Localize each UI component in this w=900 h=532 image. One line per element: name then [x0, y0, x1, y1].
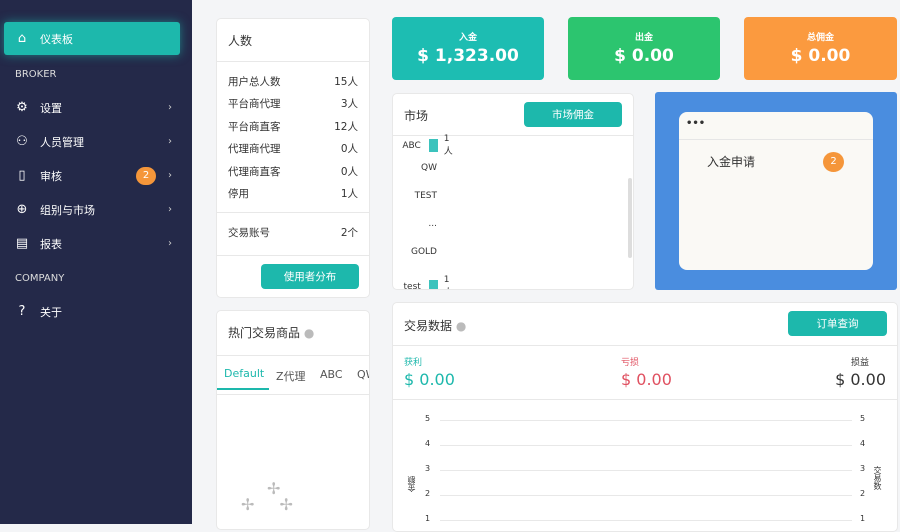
- scrollbar[interactable]: [628, 178, 632, 258]
- y-tick-label: 4: [425, 439, 431, 448]
- info-icon: ●: [303, 326, 315, 340]
- user-distribution-button[interactable]: 使用者分布: [261, 264, 359, 289]
- loss-value: $ 0.00: [621, 370, 672, 389]
- pnl-label: 损益: [850, 358, 869, 368]
- chevron-right-icon: ›: [168, 170, 172, 181]
- market-row: ...: [428, 219, 437, 229]
- user-icon: ⚇: [16, 134, 28, 149]
- tab-abc[interactable]: ABC: [320, 368, 343, 381]
- bar-mark: [428, 280, 438, 289]
- market-commission-button[interactable]: 市场佣金: [524, 102, 622, 127]
- sidebar-item-review[interactable]: ▯ 审核 2 ›: [4, 159, 180, 192]
- people-card: 人数 用户总人数 15人 平台商代理 3人 平台商直客 12人 代理商代理 0人 代理商…: [216, 18, 370, 298]
- tab-qw[interactable]: QW: [357, 368, 369, 381]
- trade-data-card: 交易数据 ● 订单查询 获利 $ 0.00 亏损 $ 0.00 损益 $ 0.0…: [392, 302, 898, 532]
- sidebar-item-settings[interactable]: ⚙ 设置 ›: [4, 91, 180, 124]
- stat-deposit: 入金 $ 1,323.00: [392, 17, 544, 80]
- y-tick-label: 3: [425, 464, 431, 473]
- gridline: [440, 520, 852, 521]
- loading-sparkle-icon: ✢ ✢ ✢: [241, 479, 293, 514]
- y-tick-label: 2: [425, 489, 431, 498]
- people-row: 停用 1人: [228, 188, 358, 200]
- stat-withdrawal: 出金 $ 0.00: [568, 17, 720, 80]
- y2-tick-label: 5: [860, 414, 866, 423]
- chevron-right-icon: ›: [168, 136, 172, 147]
- home-icon: ⌂: [17, 31, 27, 46]
- globe-icon: ⊕: [16, 202, 28, 217]
- y2-tick-label: 1: [860, 514, 866, 523]
- chevron-right-icon: ›: [168, 102, 172, 113]
- clipboard-icon: ▯: [18, 168, 26, 183]
- gear-icon: ⚙: [16, 100, 28, 115]
- deposit-request-item[interactable]: 入金申请: [707, 153, 755, 170]
- y2-tick-label: 3: [860, 464, 866, 473]
- gridline: [440, 470, 852, 471]
- sidebar-item-dashboard[interactable]: ⌂ 仪表板: [4, 22, 180, 55]
- hot-products-card: 热门交易商品 ● Default Z代理 ABC QW ✢✢ ✢: [216, 310, 370, 530]
- order-query-button[interactable]: 订单查询: [788, 311, 887, 336]
- y-tick-label: 1: [425, 514, 431, 523]
- sidebar-item-staff[interactable]: ⚇ 人员管理 ›: [4, 125, 180, 158]
- people-row: 用户总人数 15人: [228, 76, 358, 88]
- profit-label: 获利: [404, 358, 423, 368]
- people-row: 平台商代理 3人: [228, 98, 358, 110]
- gridline: [440, 420, 852, 421]
- sidebar: ⌂ 仪表板 BROKER ⚙ 设置 › ⚇ 人员管理 › ▯ 审核 2 › ⊕ 组别与市场 › ▤ 报…: [0, 0, 192, 524]
- people-row: 代理商直客 0人: [228, 166, 358, 178]
- profit-value: $ 0.00: [404, 370, 455, 389]
- sidebar-item-reports[interactable]: ▤ 报表 ›: [4, 227, 180, 260]
- hot-title: 热门交易商品 ●: [228, 326, 315, 340]
- tab-default[interactable]: Default: [224, 367, 264, 380]
- document-icon: ▤: [15, 236, 29, 251]
- requests-panel: ••• 入金申请 2: [655, 92, 897, 290]
- y2-tick-label: 4: [860, 439, 866, 448]
- people-title: 人数: [228, 34, 253, 48]
- y-axis-label: 金额: [407, 476, 416, 492]
- market-row: ABC 1人: [402, 134, 453, 157]
- bar-mark: [428, 139, 438, 152]
- help-icon: ?: [18, 304, 26, 319]
- chevron-right-icon: ›: [168, 238, 172, 249]
- loss-label: 亏损: [621, 358, 640, 368]
- people-row: 平台商直客 12人: [228, 121, 358, 133]
- market-row: test1人: [393, 275, 453, 289]
- requests-card: ••• 入金申请 2: [679, 112, 873, 270]
- market-title: 市场: [404, 109, 429, 123]
- trade-title: 交易数据 ●: [404, 319, 467, 333]
- section-broker: BROKER: [15, 69, 57, 80]
- accounts-row: 交易账号 2个: [228, 227, 358, 239]
- request-badge: 2: [823, 152, 844, 172]
- y-tick-label: 5: [425, 414, 431, 423]
- market-row: TEST: [414, 191, 437, 201]
- people-row: 代理商代理 0人: [228, 143, 358, 155]
- gridline: [440, 495, 852, 496]
- chevron-right-icon: ›: [168, 204, 172, 215]
- more-icon[interactable]: •••: [686, 118, 705, 129]
- sidebar-item-groups-markets[interactable]: ⊕ 组别与市场 ›: [4, 193, 180, 226]
- market-row: GOLD: [410, 247, 437, 257]
- market-card: 市场 市场佣金 ABC1人 QW TEST ... GOLD test1人: [392, 93, 634, 290]
- tab-underline: [217, 388, 269, 390]
- y2-axis-label: 交易数: [873, 466, 882, 490]
- info-icon: ●: [455, 319, 467, 333]
- gridline: [440, 445, 852, 446]
- stat-commission: 总佣金 $ 0.00: [744, 17, 897, 80]
- tab-z-agent[interactable]: Z代理: [276, 368, 306, 384]
- market-row: QW: [421, 163, 437, 173]
- y2-tick-label: 2: [860, 489, 866, 498]
- section-company: COMPANY: [15, 273, 65, 284]
- pnl-value: $ 0.00: [835, 370, 886, 389]
- review-badge: 2: [136, 166, 156, 185]
- sidebar-item-about[interactable]: ? 关于: [4, 295, 180, 328]
